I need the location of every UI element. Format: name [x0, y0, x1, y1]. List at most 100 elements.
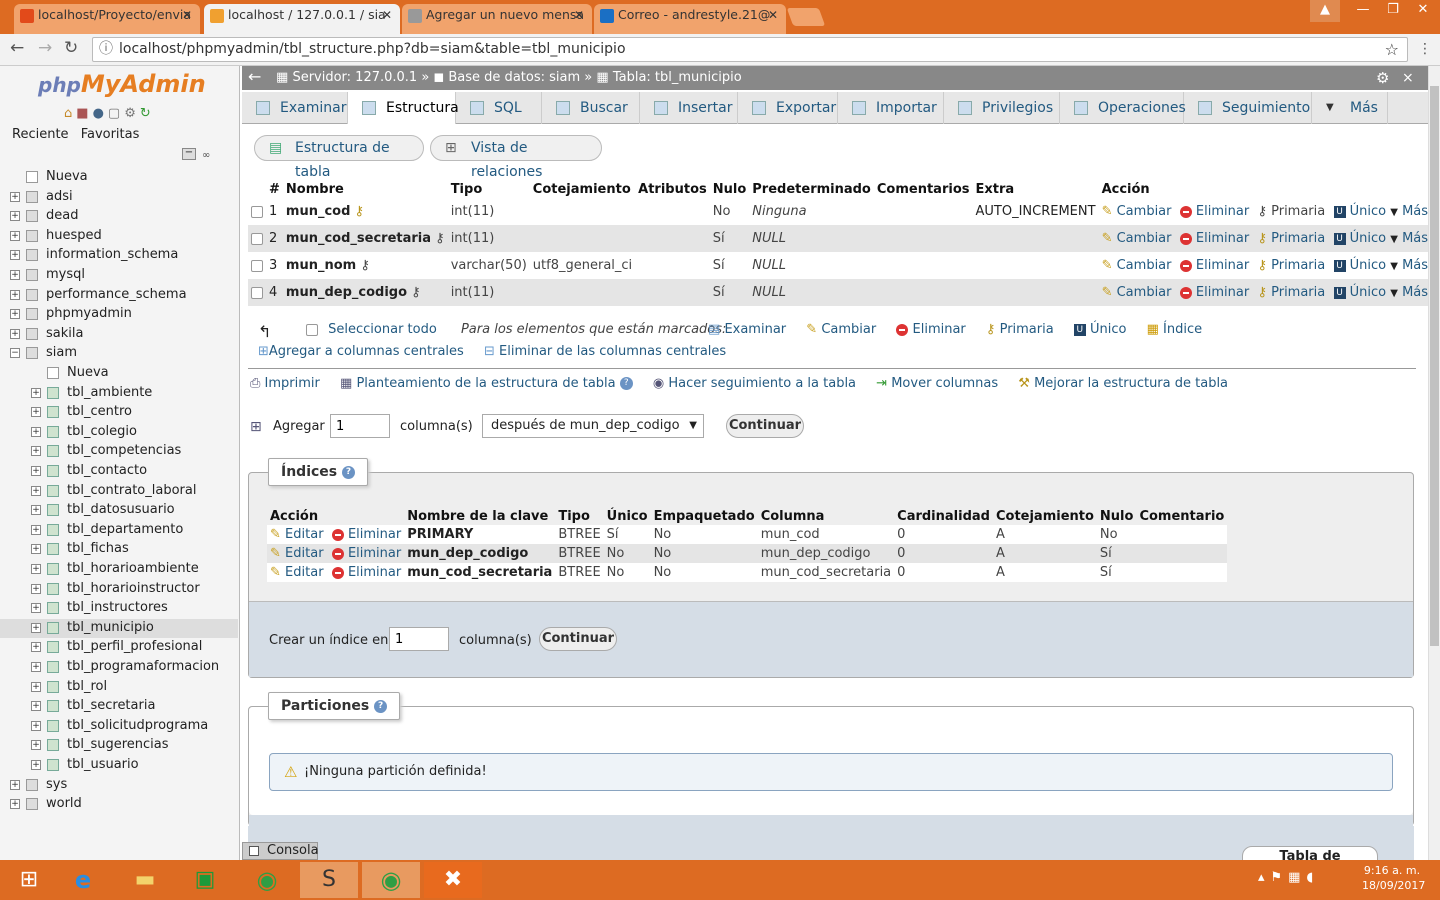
- primary-link[interactable]: Primaria: [1271, 231, 1325, 246]
- address-bar[interactable]: ⓘ localhost/phpmyadmin/tbl_structure.php…: [92, 37, 1408, 62]
- logout-icon[interactable]: ■: [76, 106, 92, 121]
- expand-icon[interactable]: +: [10, 231, 20, 241]
- windows-start-icon[interactable]: ⊞: [0, 862, 58, 898]
- tab-seguimiento[interactable]: Seguimiento: [1184, 92, 1312, 124]
- help-icon[interactable]: ?: [619, 377, 633, 390]
- tab-sql[interactable]: SQL: [456, 92, 542, 124]
- internet-explorer-icon[interactable]: e: [54, 862, 112, 898]
- row-checkbox[interactable]: [251, 286, 263, 299]
- sidebar-database-item[interactable]: + information_schema: [0, 246, 238, 265]
- help-icon[interactable]: ?: [374, 699, 388, 713]
- reload-icon[interactable]: ↻: [64, 38, 78, 58]
- back-icon[interactable]: ←: [10, 38, 24, 58]
- change-link[interactable]: Cambiar: [1117, 285, 1172, 300]
- sidebar-new-item[interactable]: Nueva: [0, 168, 238, 187]
- sidebar-table-item[interactable]: + tbl_departamento: [0, 521, 238, 540]
- edit-index-link[interactable]: Editar: [285, 565, 324, 580]
- col-header[interactable]: Comentarios: [873, 180, 973, 198]
- select-all-checkbox[interactable]: [306, 323, 318, 336]
- sidebar-table-item[interactable]: + tbl_municipio: [0, 619, 238, 638]
- expand-icon[interactable]: +: [31, 682, 41, 692]
- browser-tab-3[interactable]: Agregar un nuevo mensa ✕: [402, 4, 592, 34]
- home-icon[interactable]: ⌂: [64, 106, 76, 121]
- close-icon[interactable]: ✕: [182, 4, 192, 26]
- collapse-arrow-icon[interactable]: ←: [248, 66, 261, 88]
- more-link[interactable]: Más: [1402, 285, 1428, 300]
- expand-icon[interactable]: +: [31, 427, 41, 437]
- unique-link[interactable]: Único: [1350, 258, 1386, 273]
- reload-nav-icon[interactable]: ↻: [140, 106, 155, 121]
- tab-privilegios[interactable]: Privilegios: [944, 92, 1060, 124]
- new-tab-button[interactable]: [786, 8, 826, 26]
- primary-link[interactable]: Primaria: [1271, 204, 1325, 219]
- expand-icon[interactable]: +: [31, 740, 41, 750]
- sidebar-table-item[interactable]: + tbl_datosusuario: [0, 501, 238, 520]
- system-tray-icons[interactable]: ▴⚑▦◖: [1258, 870, 1319, 885]
- track-table-link[interactable]: Hacer seguimiento a la tabla: [668, 376, 856, 391]
- expand-icon[interactable]: +: [10, 780, 20, 790]
- col-header[interactable]: Nombre: [282, 180, 448, 198]
- expand-icon[interactable]: +: [10, 250, 20, 260]
- expand-icon[interactable]: +: [10, 290, 20, 300]
- central-remove-link[interactable]: Eliminar de las columnas centrales: [499, 344, 726, 359]
- tab-estructura[interactable]: Estructura: [348, 92, 459, 124]
- sidebar-table-item[interactable]: + tbl_horarioambiente: [0, 560, 238, 579]
- expand-icon[interactable]: +: [31, 701, 41, 711]
- help-icon[interactable]: ●: [93, 106, 108, 121]
- move-columns-link[interactable]: Mover columnas: [891, 376, 998, 391]
- expand-icon[interactable]: +: [10, 799, 20, 809]
- expand-icon[interactable]: +: [31, 466, 41, 476]
- sidebar-table-item[interactable]: + tbl_sugerencias: [0, 736, 238, 755]
- primary-link[interactable]: Primaria: [1271, 258, 1325, 273]
- sidebar-database-item[interactable]: + sys: [0, 776, 238, 795]
- bookmark-star-icon[interactable]: ☆: [1385, 38, 1399, 61]
- expand-icon[interactable]: +: [10, 192, 20, 202]
- tab-mas[interactable]: ▼ Más: [1312, 92, 1388, 124]
- sidebar-database-item[interactable]: − siam: [0, 344, 238, 363]
- sidebar-new-item[interactable]: Nueva: [0, 364, 238, 383]
- change-link[interactable]: Cambiar: [1117, 204, 1172, 219]
- drop-link[interactable]: Eliminar: [1196, 204, 1249, 219]
- sidebar-table-item[interactable]: + tbl_colegio: [0, 423, 238, 442]
- add-column-position-select[interactable]: después de mun_dep_codigo ▼: [482, 414, 704, 438]
- col-header[interactable]: Extra: [972, 180, 1099, 198]
- row-checkbox[interactable]: [251, 205, 263, 218]
- bulk-primary[interactable]: Primaria: [1000, 322, 1054, 337]
- expand-icon[interactable]: +: [31, 525, 41, 535]
- expand-icon[interactable]: +: [31, 721, 41, 731]
- collapse-icon[interactable]: −: [10, 348, 20, 358]
- bulk-drop[interactable]: Eliminar: [913, 322, 966, 337]
- unique-link[interactable]: Único: [1350, 285, 1386, 300]
- expand-icon[interactable]: +: [31, 446, 41, 456]
- breadcrumb-server[interactable]: Servidor: 127.0.0.1: [292, 70, 417, 85]
- sidebar-database-item[interactable]: + adsi: [0, 188, 238, 207]
- tab-examinar[interactable]: Examinar: [242, 92, 348, 124]
- select-all-link[interactable]: Seleccionar todo: [328, 322, 437, 337]
- browser-tab-1[interactable]: localhost/Proyecto/envia ✕: [14, 4, 200, 34]
- close-icon[interactable]: ✕: [574, 4, 584, 26]
- central-add-link[interactable]: Agregar a columnas centrales: [269, 344, 464, 359]
- create-index-continue-button[interactable]: Continuar: [539, 627, 617, 651]
- drop-index-link[interactable]: Eliminar: [348, 546, 401, 561]
- sidebar-database-item[interactable]: + dead: [0, 207, 238, 226]
- expand-icon[interactable]: +: [31, 623, 41, 633]
- sidebar-table-item[interactable]: + tbl_perfil_profesional: [0, 638, 238, 657]
- col-header[interactable]: Cotejamiento: [529, 180, 636, 198]
- print-link[interactable]: Imprimir: [265, 376, 320, 391]
- forward-icon[interactable]: →: [38, 38, 52, 58]
- scrollbar-thumb[interactable]: [1430, 86, 1439, 646]
- bulk-unique[interactable]: Único: [1090, 322, 1126, 337]
- browser-tab-2[interactable]: localhost / 127.0.0.1 / sia ✕: [204, 4, 400, 34]
- edit-index-link[interactable]: Editar: [285, 527, 324, 542]
- expand-icon[interactable]: +: [31, 584, 41, 594]
- tab-operaciones[interactable]: Operaciones: [1060, 92, 1186, 124]
- create-index-count-input[interactable]: [389, 627, 449, 651]
- sidebar-database-item[interactable]: + performance_schema: [0, 286, 238, 305]
- drop-link[interactable]: Eliminar: [1196, 285, 1249, 300]
- expand-icon[interactable]: +: [31, 760, 41, 770]
- console-tab[interactable]: Consola: [242, 842, 319, 860]
- sidebar-table-item[interactable]: + tbl_ambiente: [0, 384, 238, 403]
- more-link[interactable]: Más: [1402, 231, 1428, 246]
- expand-icon[interactable]: +: [31, 407, 41, 417]
- chrome-icon[interactable]: ◉: [238, 862, 296, 898]
